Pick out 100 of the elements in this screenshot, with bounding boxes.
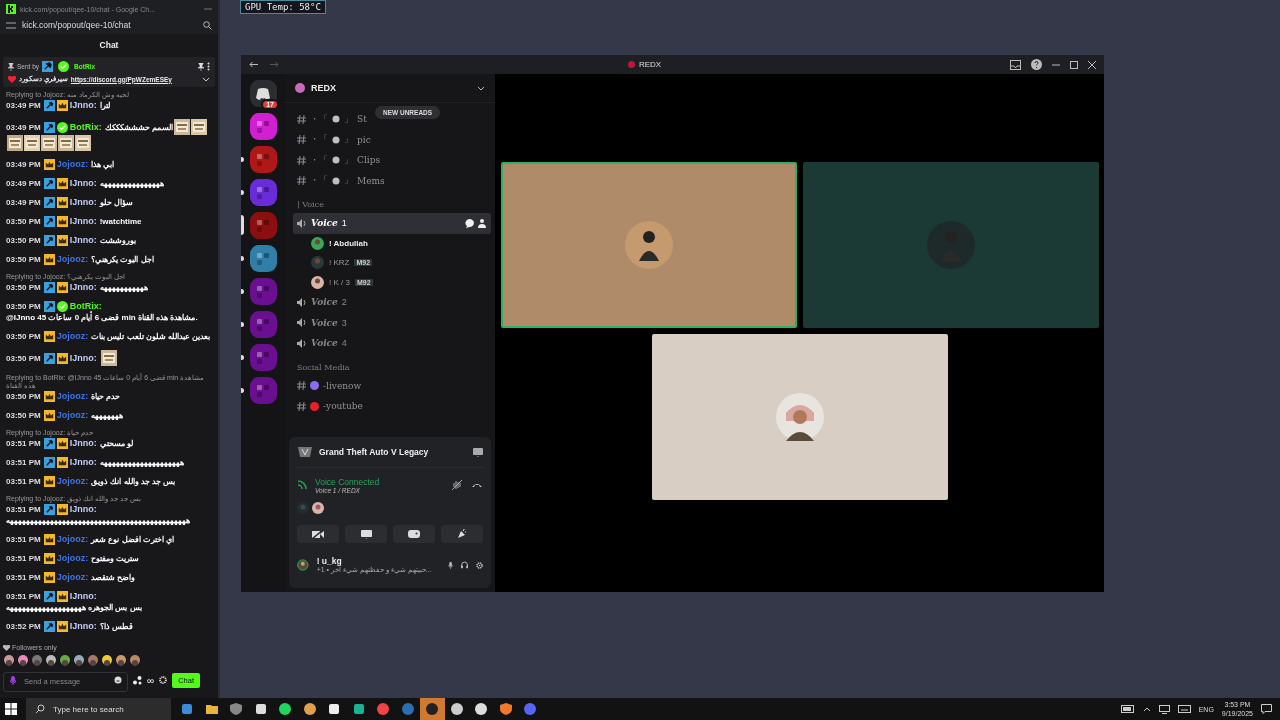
username[interactable]: IJnno: [69,352,97,364]
microphone-icon[interactable] [10,675,16,685]
emoji-icon[interactable] [114,676,122,684]
voice-channel[interactable]: Voice 4 [293,333,491,354]
username[interactable]: IJnno: [69,457,97,468]
channel-category[interactable]: Social Media [293,353,491,376]
network-icon[interactable] [1158,704,1170,714]
chevron-up-icon[interactable] [1142,706,1151,712]
soundboard-button[interactable] [441,525,483,543]
message-text: ستريت ومفتوح [91,553,140,564]
microphone-icon[interactable] [447,559,453,571]
member-name[interactable]: ! KRZ [329,258,350,268]
voice-channel[interactable]: Voice 2 [293,292,491,313]
settings-icon[interactable] [159,676,168,684]
username[interactable]: IJnno: [69,216,97,227]
site-settings-icon[interactable] [6,20,16,30]
server-icon[interactable] [249,80,277,107]
video-tile[interactable] [500,162,797,328]
video-tile[interactable] [651,334,948,500]
username[interactable]: Jojooz: [56,410,89,421]
username[interactable]: IJnno: [69,100,97,111]
screen-share-button[interactable] [345,525,387,543]
activity-button[interactable] [393,525,435,543]
text-channel[interactable]: -livenow [293,375,366,396]
voice-channel[interactable]: Voice 3 [293,312,491,333]
more-icon[interactable] [207,62,210,71]
crown-badge-icon [43,331,55,342]
channel-name: Mems [357,175,385,186]
text-channel[interactable]: -youtube [293,396,367,417]
channel-category[interactable]: | Voice [293,191,491,213]
username[interactable]: Jojooz: [56,331,89,342]
username[interactable]: IJnno: [69,591,97,602]
moderator-badge-icon [43,121,55,133]
username[interactable]: IJnno: [69,504,97,515]
crown-badge-icon [43,572,55,583]
server-avatar-icon [256,185,270,200]
address-field[interactable]: kick.com/popout/qee-10/chat [22,20,197,30]
username[interactable]: Jojooz: [56,572,89,583]
crown-badge-icon [56,197,68,208]
help-icon[interactable] [1031,59,1042,70]
text-channel[interactable]: ・「 」 Mems [293,170,389,191]
username[interactable]: Jojooz: [56,159,89,170]
message-text: بوروششت [99,235,136,246]
member-name[interactable]: ! K / 3 [329,277,350,287]
windows-start-icon[interactable] [5,703,17,715]
voice-channel[interactable]: Voice 1 [293,213,491,234]
username[interactable]: IJnno: [69,197,97,208]
message-text: ابي هذا [91,159,115,170]
maximize-icon[interactable] [1070,60,1078,69]
channel-name: Voice [311,297,338,308]
add-member-icon[interactable] [478,218,487,228]
message-time: 03:51 PM [6,438,41,449]
username[interactable]: BotRix: [69,121,102,133]
server-icon[interactable] [249,113,277,140]
expand-icon[interactable] [202,76,210,82]
chevron-down-icon[interactable] [477,85,485,91]
speaker-icon [297,297,307,307]
server-icon[interactable] [249,245,277,272]
settings-icon[interactable] [475,559,483,571]
battery-icon[interactable] [1120,705,1135,713]
crown-badge-icon [56,591,68,602]
video-tile[interactable] [802,162,1099,328]
text-channel[interactable]: ・「 」 St [293,109,371,130]
username[interactable]: IJnno: [69,235,97,246]
username[interactable]: IJnno: [69,282,97,293]
camera-off-button[interactable] [297,525,339,543]
channel-name: Clips [357,155,381,166]
taskbar-search-field[interactable]: Type here to search [26,698,171,720]
username[interactable]: Jojooz: [56,391,89,402]
headphones-icon[interactable] [460,560,468,570]
pin-icon [8,62,14,71]
text-channel[interactable]: ・「 」 Clips [293,150,385,171]
chat-bubble-icon[interactable] [465,218,474,228]
message-time: 03:49 PM [6,100,41,111]
screen-share-icon[interactable] [473,447,483,457]
username[interactable]: Jojooz: [56,476,89,487]
speaker-icon [297,218,307,228]
notifications-icon[interactable] [1261,704,1272,714]
username[interactable]: Jojooz: [56,553,89,564]
disconnect-icon[interactable] [471,482,483,488]
message-text: هههههههههههههههههههههههههههههههههههههههههههههه [6,515,190,526]
username[interactable]: Jojooz: [56,534,89,545]
noise-suppression-icon[interactable] [452,480,463,490]
zoom-icon[interactable] [203,20,212,30]
pin-icon[interactable] [198,62,204,71]
server-name[interactable]: REDX [311,83,336,93]
user-name: ! u_kg [316,556,342,566]
member-name[interactable]: ! Abdullah [329,238,368,248]
keyboard-icon[interactable] [1177,705,1191,713]
bracket: 」 [344,174,353,188]
username[interactable]: IJnno: [69,438,97,449]
inbox-icon[interactable] [1010,59,1021,70]
back-arrow-icon[interactable] [249,61,259,68]
text-channel[interactable]: ・「 」 pic [293,129,375,150]
points-icon[interactable] [133,675,142,685]
username[interactable]: IJnno: [69,621,97,632]
username[interactable]: BotRix: [69,301,102,312]
username[interactable]: IJnno: [69,178,97,189]
username[interactable]: Jojooz: [56,254,89,265]
close-icon[interactable] [1088,60,1096,69]
